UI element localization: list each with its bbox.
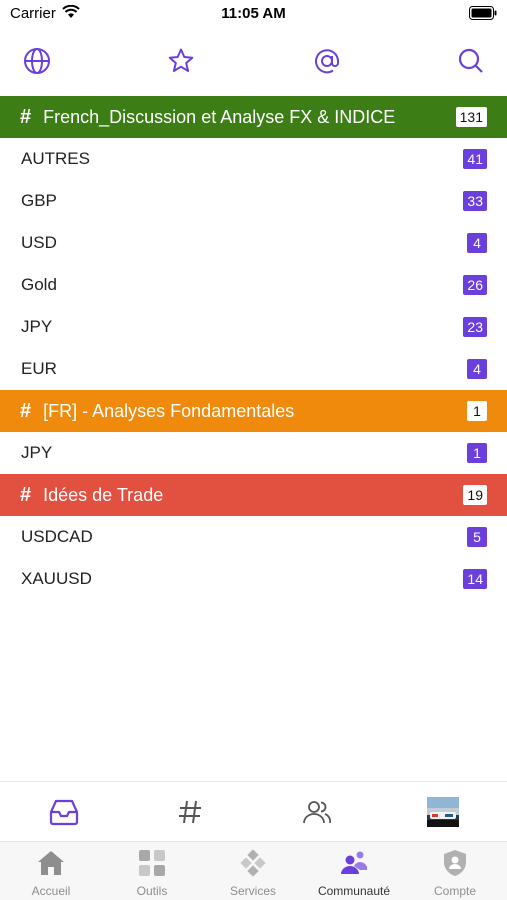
unread-badge: 4 — [467, 233, 487, 253]
globe-icon[interactable] — [20, 44, 54, 78]
group-title: French_Discussion et Analyse FX & INDICE — [43, 106, 396, 127]
at-icon[interactable] — [310, 44, 344, 78]
unread-badge: 33 — [463, 191, 487, 211]
tab-communaute[interactable]: Communauté — [304, 848, 404, 900]
search-icon[interactable] — [454, 44, 488, 78]
unread-badge: 4 — [467, 359, 487, 379]
tab-outils[interactable]: Outils — [102, 848, 202, 900]
channel-row[interactable]: USDCAD 5 — [0, 516, 507, 558]
star-icon[interactable] — [164, 44, 198, 78]
channel-list: # French_Discussion et Analyse FX & INDI… — [0, 96, 507, 600]
channel-name: JPY — [21, 317, 53, 336]
channel-name: USD — [21, 233, 57, 252]
channel-name: AUTRES — [21, 149, 90, 168]
group-unread-badge: 19 — [463, 485, 487, 505]
channel-row[interactable]: JPY 23 — [0, 306, 507, 348]
tab-accueil[interactable]: Accueil — [1, 848, 101, 900]
status-bar: Carrier 11:05 AM — [0, 0, 507, 30]
channel-row[interactable]: EUR 4 — [0, 348, 507, 390]
unread-badge: 5 — [467, 527, 487, 547]
unread-badge: 41 — [463, 149, 487, 169]
channel-name: Gold — [21, 275, 57, 294]
main-tabbar: Accueil Outils Services Communauté Compt… — [0, 841, 507, 900]
diamond-icon — [203, 848, 303, 878]
hashtag-icon: # — [20, 399, 32, 422]
channel-name: GBP — [21, 191, 57, 210]
tab-label: Services — [229, 884, 276, 898]
group-title: [FR] - Analyses Fondamentales — [43, 400, 295, 421]
group-header[interactable]: # Idées de Trade 19 — [0, 474, 507, 516]
hashtag-icon: # — [20, 483, 32, 506]
grid-icon — [102, 848, 202, 878]
group-unread-badge: 131 — [455, 107, 487, 127]
tab-compte[interactable]: Compte — [405, 848, 505, 900]
group-title: Idées de Trade — [43, 484, 164, 505]
tab-services[interactable]: Services — [203, 848, 303, 900]
tab-label: Compte — [433, 884, 477, 898]
unread-badge: 23 — [463, 317, 487, 337]
avatar[interactable] — [427, 796, 459, 828]
channel-row[interactable]: Gold 26 — [0, 264, 507, 306]
hashtag-icon[interactable] — [174, 796, 206, 828]
channel-row[interactable]: GBP 33 — [0, 180, 507, 222]
unread-badge: 1 — [467, 443, 487, 463]
channel-name: XAUUSD — [21, 569, 92, 588]
top-toolbar — [0, 40, 507, 84]
channel-row[interactable]: AUTRES 41 — [0, 138, 507, 180]
channel-name: EUR — [21, 359, 57, 378]
tab-label: Communauté — [317, 884, 391, 898]
group-header[interactable]: # [FR] - Analyses Fondamentales 1 — [0, 390, 507, 432]
channel-row[interactable]: USD 4 — [0, 222, 507, 264]
unread-badge: 26 — [463, 275, 487, 295]
group-header[interactable]: # French_Discussion et Analyse FX & INDI… — [0, 96, 507, 138]
tab-label: Outils — [136, 884, 168, 898]
inbox-icon[interactable] — [48, 796, 80, 828]
unread-badge: 14 — [463, 569, 487, 589]
shield-icon — [405, 848, 505, 878]
channel-row[interactable]: JPY 1 — [0, 432, 507, 474]
battery-icon — [469, 6, 497, 25]
status-time: 11:05 AM — [221, 5, 286, 22]
hashtag-icon: # — [20, 105, 32, 128]
group-unread-badge: 1 — [467, 401, 487, 421]
channel-name: USDCAD — [21, 527, 93, 546]
community-icon — [304, 848, 404, 878]
users-icon[interactable] — [301, 796, 333, 828]
sub-tabbar — [0, 781, 507, 841]
tab-label: Accueil — [31, 884, 71, 898]
channel-row[interactable]: XAUUSD 14 — [0, 558, 507, 600]
home-icon — [1, 848, 101, 878]
channel-name: JPY — [21, 443, 53, 462]
